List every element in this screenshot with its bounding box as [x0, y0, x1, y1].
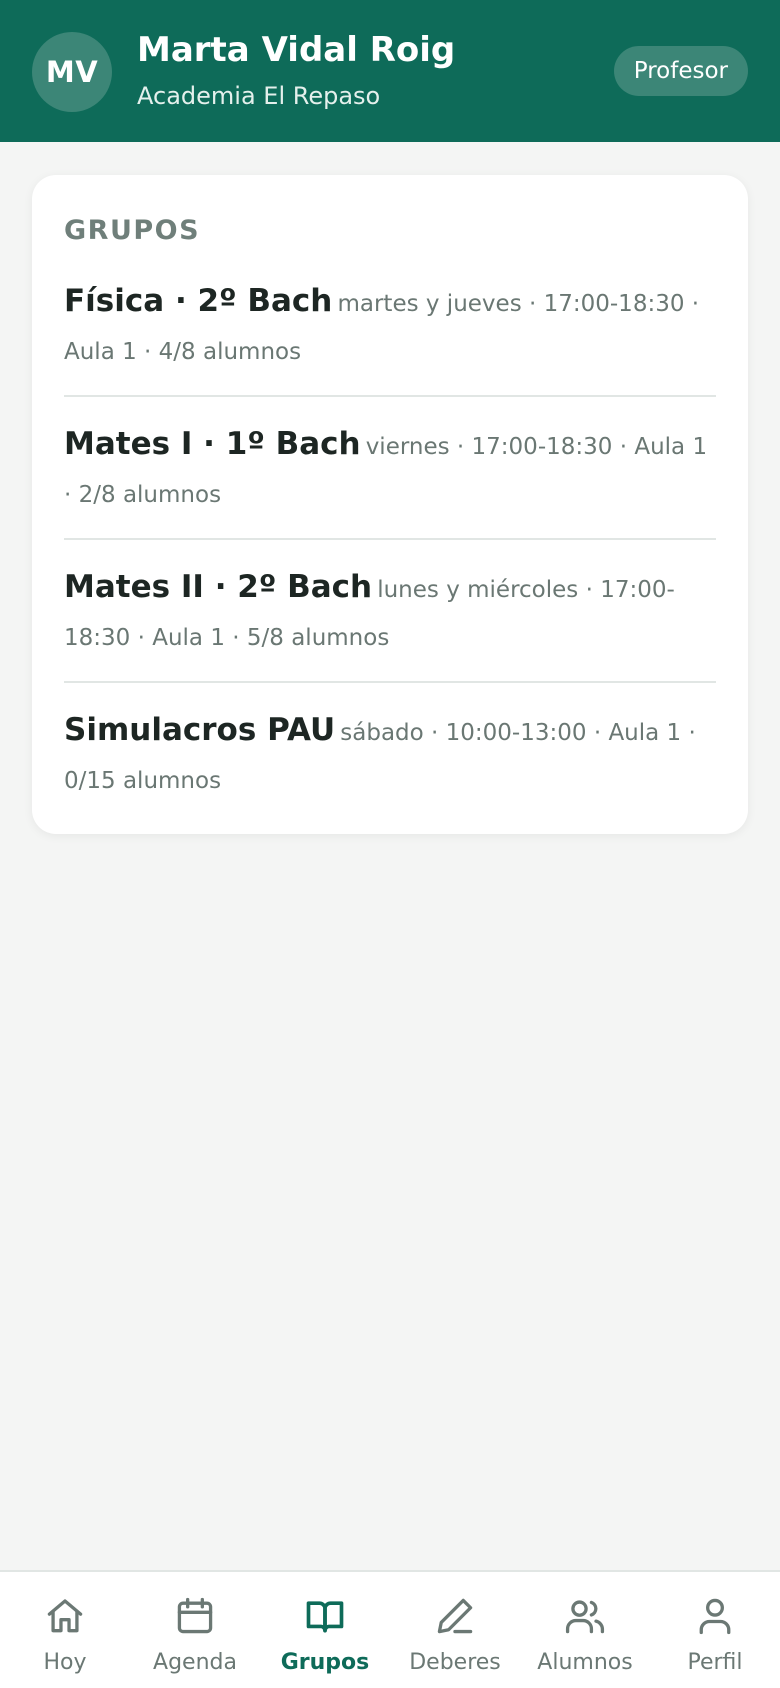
user-icon: [699, 1598, 731, 1635]
group-name: Mates I · 1º Bach: [64, 426, 361, 462]
group-name: Simulacros PAU: [64, 712, 336, 748]
nav-item-agenda[interactable]: Agenda: [130, 1572, 260, 1688]
nav-item-alumnos[interactable]: Alumnos: [520, 1572, 650, 1688]
nav-label: Agenda: [153, 1650, 237, 1675]
home-icon: [47, 1599, 83, 1633]
nav-item-perfil[interactable]: Perfil: [650, 1572, 780, 1688]
nav-label: Hoy: [43, 1650, 87, 1675]
academy-name: Academia El Repaso: [137, 82, 381, 110]
nav-item-deberes[interactable]: Deberes: [390, 1572, 520, 1688]
groups-card: GRUPOS Física · 2º Bach martes y jueves …: [32, 175, 748, 834]
bottom-nav: Hoy Agenda Grupos Deberes Alumnos Perfil: [0, 1570, 780, 1688]
nav-label: Alumnos: [537, 1650, 633, 1675]
nav-item-hoy[interactable]: Hoy: [0, 1572, 130, 1688]
group-name: Física · 2º Bach: [64, 283, 333, 319]
book-icon: [306, 1601, 344, 1633]
role-badge: Profesor: [613, 46, 748, 96]
nav-label: Deberes: [409, 1650, 501, 1675]
avatar[interactable]: MV: [32, 32, 112, 112]
nav-label: Perfil: [687, 1650, 743, 1675]
nav-label: Grupos: [280, 1650, 370, 1675]
user-name: Marta Vidal Roig: [137, 30, 456, 70]
group-name: Mates II · 2º Bach: [64, 569, 373, 605]
group-item[interactable]: Física · 2º Bach martes y jueves · 17:00…: [64, 264, 716, 397]
section-title: GRUPOS: [64, 215, 201, 246]
users-icon: [565, 1600, 605, 1634]
nav-item-grupos[interactable]: Grupos: [260, 1572, 390, 1688]
calendar-icon: [177, 1597, 213, 1634]
group-item[interactable]: Mates I · 1º Bach viernes · 17:00-18:30 …: [64, 397, 716, 540]
pencil-icon: [437, 1598, 473, 1634]
group-item[interactable]: Simulacros PAU sábado · 10:00-13:00 · Au…: [64, 683, 716, 806]
app-header: MV Marta Vidal Roig Academia El Repaso P…: [0, 0, 780, 142]
group-item[interactable]: Mates II · 2º Bach lunes y miércoles · 1…: [64, 540, 716, 683]
